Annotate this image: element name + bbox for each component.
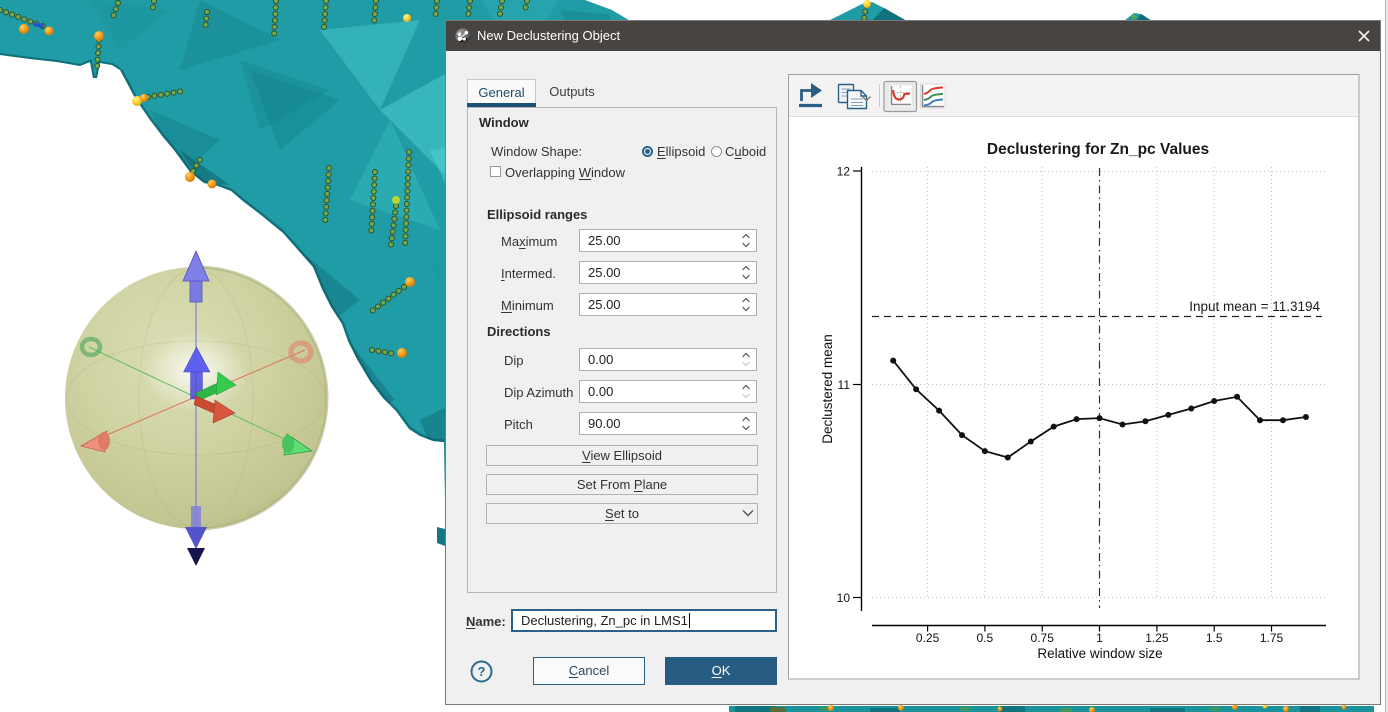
svg-text:1.75: 1.75 [1260,631,1284,645]
svg-text:1.5: 1.5 [1206,631,1223,645]
svg-text:0.75: 0.75 [1031,631,1055,645]
svg-text:1.25: 1.25 [1145,631,1169,645]
svg-text:1: 1 [1096,631,1103,645]
svg-text:12: 12 [837,165,851,179]
svg-text:0.25: 0.25 [916,631,940,645]
svg-text:Declustering for Zn_pc Values: Declustering for Zn_pc Values [987,141,1209,158]
svg-text:Input mean = 11.3194: Input mean = 11.3194 [1189,299,1320,314]
svg-text:0.5: 0.5 [977,631,994,645]
svg-text:?: ? [478,664,486,679]
svg-text:Declustered mean: Declustered mean [820,334,835,444]
svg-text:10: 10 [837,591,851,605]
svg-text:Relative window size: Relative window size [1037,646,1162,661]
svg-text:11: 11 [838,378,851,392]
